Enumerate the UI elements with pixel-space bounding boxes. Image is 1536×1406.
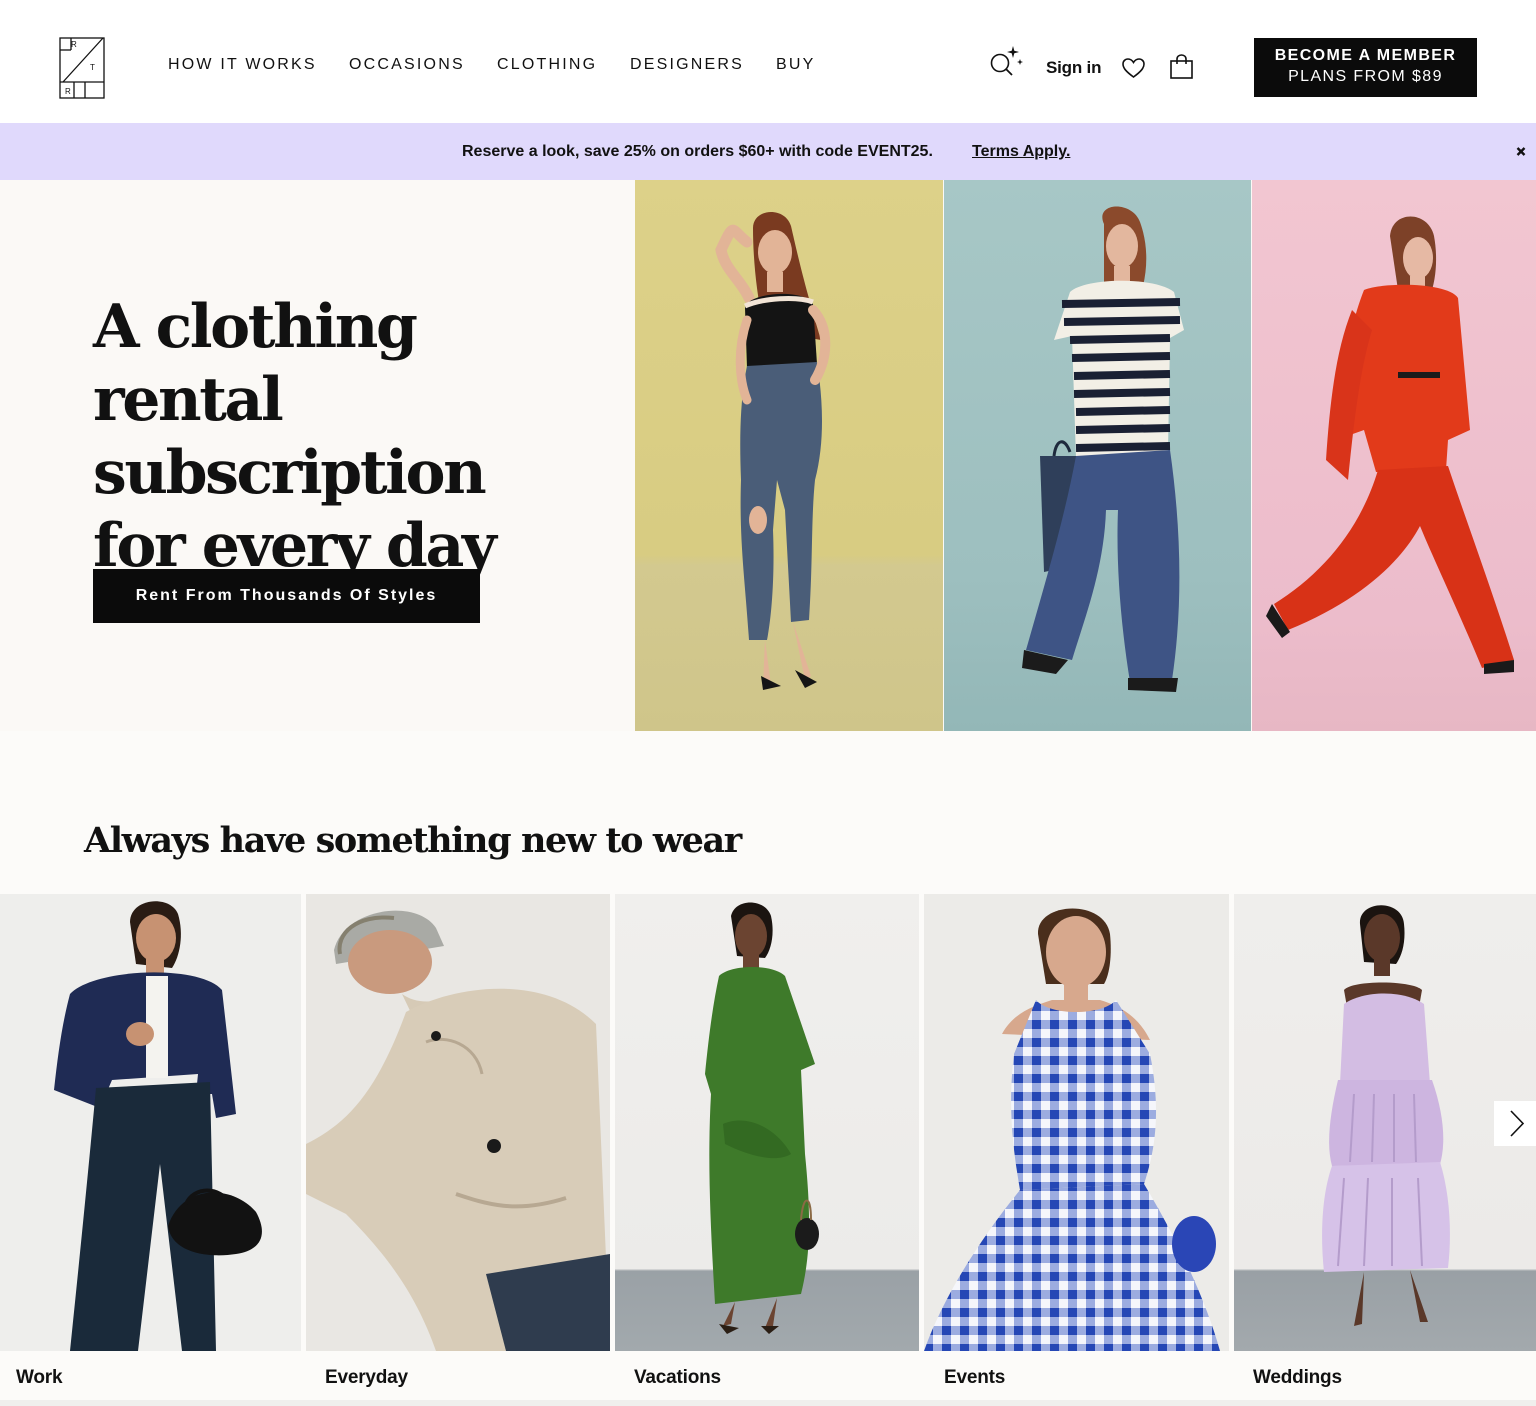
occasion-tile-weddings[interactable] xyxy=(1234,894,1536,1351)
tile-label-everyday[interactable]: Everyday xyxy=(325,1367,408,1389)
nav-designers[interactable]: DESIGNERS xyxy=(630,56,744,74)
member-button-line2: PLANS FROM $89 xyxy=(1288,68,1443,85)
sparkle-search-icon xyxy=(990,46,1023,76)
weddings-look-image xyxy=(1322,905,1450,1326)
hero-image-denim-look xyxy=(635,180,943,731)
become-member-button[interactable]: BECOME A MEMBER PLANS FROM $89 xyxy=(1254,38,1477,97)
rtr-logo-icon: R T R xyxy=(59,37,105,99)
promo-text: Reserve a look, save 25% on orders $60+ … xyxy=(462,143,933,160)
site-header: R T R HOW IT WORKS OCCASIONS CLOTHING DE… xyxy=(0,0,1536,123)
occasion-tile-vacations[interactable] xyxy=(615,894,919,1351)
search-button[interactable] xyxy=(986,45,1026,81)
hero-section: A clothing rental subscription for every… xyxy=(0,180,1536,731)
bag-button[interactable] xyxy=(1169,54,1194,80)
tile-label-vacations[interactable]: Vacations xyxy=(634,1367,721,1389)
svg-text:R: R xyxy=(65,87,71,96)
vacations-look-image xyxy=(705,902,819,1334)
occasion-tile-everyday[interactable] xyxy=(306,894,610,1351)
chevron-right-icon xyxy=(1510,1110,1525,1137)
page-bottom-edge xyxy=(0,1400,1536,1406)
hero-image-striped-polo-look xyxy=(944,180,1251,731)
events-look-image xyxy=(924,908,1220,1351)
shopping-bag-icon xyxy=(1170,54,1193,79)
terms-link[interactable]: Terms Apply. xyxy=(972,143,1070,161)
work-look-image xyxy=(54,901,262,1351)
svg-text:R: R xyxy=(71,40,77,49)
promo-close-button[interactable] xyxy=(1511,140,1531,160)
favorites-button[interactable] xyxy=(1121,56,1146,80)
tile-label-events[interactable]: Events xyxy=(944,1367,1005,1389)
hero-image-red-suit-look xyxy=(1252,180,1536,731)
nav-buy[interactable]: BUY xyxy=(776,56,816,74)
occasion-tile-work[interactable] xyxy=(0,894,301,1351)
hero-title: A clothing rental subscription for every… xyxy=(93,292,497,581)
sign-in-link[interactable]: Sign in xyxy=(1046,58,1101,78)
nav-occasions[interactable]: OCCASIONS xyxy=(349,56,465,74)
nav-how-it-works[interactable]: HOW IT WORKS xyxy=(168,56,317,74)
member-button-line1: BECOME A MEMBER xyxy=(1274,47,1457,64)
carousel-next-button[interactable] xyxy=(1494,1101,1536,1146)
nav-clothing[interactable]: CLOTHING xyxy=(497,56,597,74)
rent-styles-button[interactable]: Rent From Thousands Of Styles xyxy=(93,569,480,623)
close-icon xyxy=(1516,147,1526,156)
logo[interactable]: R T R xyxy=(59,37,105,99)
tile-label-work[interactable]: Work xyxy=(16,1367,63,1389)
tile-label-weddings[interactable]: Weddings xyxy=(1253,1367,1342,1389)
heart-icon xyxy=(1122,58,1145,78)
section-title: Always have something new to wear xyxy=(84,820,742,861)
svg-text:T: T xyxy=(90,63,95,72)
everyday-look-image xyxy=(306,910,610,1351)
occasion-tile-events[interactable] xyxy=(924,894,1229,1351)
promo-banner: Reserve a look, save 25% on orders $60+ … xyxy=(0,123,1536,180)
